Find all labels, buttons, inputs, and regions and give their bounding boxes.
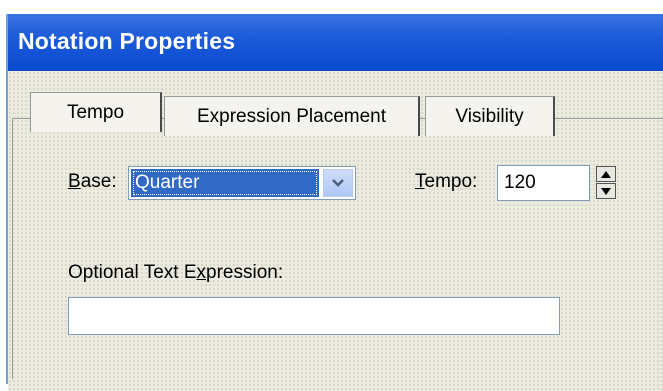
expression-label-mnemonic: x: [196, 262, 207, 283]
arrow-down-icon: [601, 187, 611, 195]
base-label-text: ase:: [80, 171, 117, 192]
tempo-label-text: empo:: [424, 171, 478, 192]
expression-text-input[interactable]: [68, 297, 560, 335]
arrow-up-icon: [601, 170, 611, 178]
dropdown-button[interactable]: [323, 169, 353, 197]
tab-tempo-label: Tempo: [66, 101, 125, 123]
tempo-input[interactable]: 120: [497, 165, 590, 201]
tab-expression-placement[interactable]: Expression Placement: [164, 96, 420, 136]
base-dropdown-value: Quarter: [131, 169, 319, 197]
base-label: Base:: [68, 171, 117, 193]
spinner-down-button[interactable]: [596, 183, 616, 199]
base-dropdown[interactable]: Quarter: [128, 166, 356, 200]
chevron-down-icon: [332, 179, 344, 187]
expression-label: Optional Text Expression:: [68, 262, 283, 284]
tempo-label-mnemonic: T: [415, 171, 425, 192]
expression-label-pre: Optional Text E: [68, 262, 197, 283]
tab-tempo[interactable]: Tempo: [30, 92, 162, 132]
spinner-up-button[interactable]: [596, 166, 616, 182]
title-bar[interactable]: Notation Properties: [8, 14, 663, 71]
tab-expression-placement-label: Expression Placement: [196, 105, 387, 127]
tab-visibility[interactable]: Visibility: [425, 96, 555, 136]
tab-panel: [12, 118, 663, 379]
tempo-label: Tempo:: [415, 171, 477, 193]
tab-visibility-label: Visibility: [455, 105, 524, 127]
base-label-mnemonic: B: [68, 171, 81, 192]
tempo-spinner[interactable]: [596, 166, 616, 200]
expression-label-post: pression:: [206, 262, 284, 283]
window-title: Notation Properties: [18, 28, 236, 54]
